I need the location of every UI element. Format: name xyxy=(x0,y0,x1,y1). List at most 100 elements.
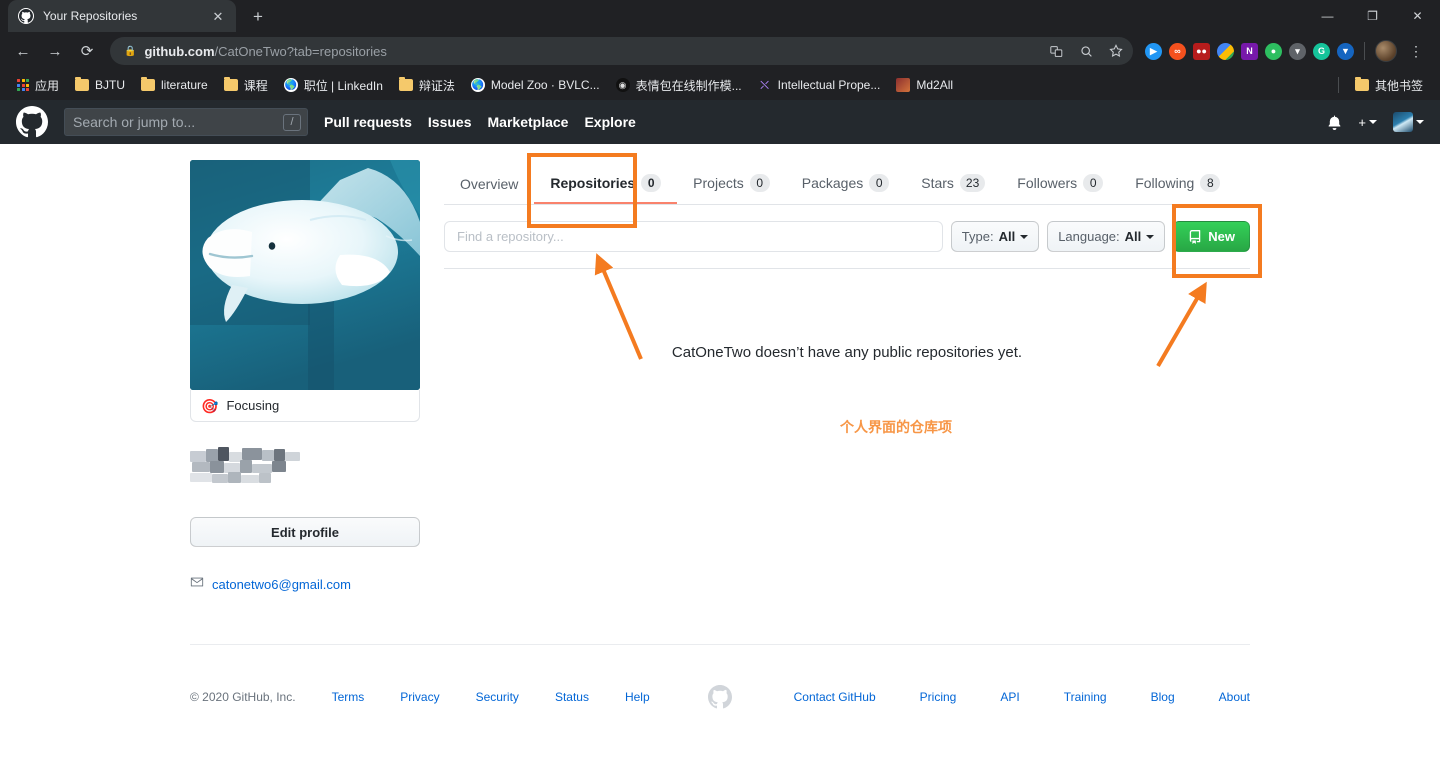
github-mark-icon[interactable] xyxy=(16,106,48,138)
footer-link-training[interactable]: Training xyxy=(1064,690,1107,704)
bookmarks-bar: 应用 BJTU literature 课程 🌎 职位 | LinkedIn 辩证… xyxy=(0,70,1440,100)
nav-marketplace[interactable]: Marketplace xyxy=(488,114,569,130)
footer-link-security[interactable]: Security xyxy=(476,690,519,704)
red-square-extension-icon[interactable]: ●● xyxy=(1193,42,1210,60)
onenote-extension-icon[interactable]: N xyxy=(1241,42,1258,60)
footer-link-api[interactable]: API xyxy=(1000,690,1019,704)
footer-link-pricing[interactable]: Pricing xyxy=(920,690,957,704)
new-button-label: New xyxy=(1208,229,1235,244)
tab-packages[interactable]: Packages 0 xyxy=(786,166,905,204)
find-repository-placeholder: Find a repository... xyxy=(457,229,564,244)
edit-profile-button[interactable]: Edit profile xyxy=(190,517,420,547)
tab-title: Your Repositories xyxy=(43,9,138,23)
navigation-bar: ← → ⟳ 🔒 github.com/CatOneTwo?tab=reposit… xyxy=(0,32,1440,70)
page-footer: © 2020 GitHub, Inc. Terms Privacy Securi… xyxy=(190,644,1250,709)
plus-icon: + xyxy=(1358,114,1366,130)
user-menu[interactable] xyxy=(1393,112,1424,132)
tab-counter: 0 xyxy=(1083,174,1104,192)
footer-link-about[interactable]: About xyxy=(1219,690,1250,704)
diamond-blue-extension-icon[interactable]: ▼ xyxy=(1337,42,1354,60)
grammarly-extension-icon[interactable]: G xyxy=(1313,42,1330,60)
forward-icon[interactable]: → xyxy=(40,36,70,66)
translate-icon[interactable] xyxy=(1045,40,1067,62)
footer-link-status[interactable]: Status xyxy=(555,690,589,704)
bookmark-literature[interactable]: literature xyxy=(133,75,216,95)
language-filter-dropdown[interactable]: Language: All xyxy=(1047,221,1166,252)
tab-counter: 0 xyxy=(641,174,662,192)
tab-close-icon[interactable]: ✕ xyxy=(210,10,226,23)
globe-icon: 🌎 xyxy=(283,78,298,92)
browser-profile-avatar[interactable] xyxy=(1375,40,1397,62)
address-bar[interactable]: 🔒 github.com/CatOneTwo?tab=repositories xyxy=(110,37,1133,65)
star-icon[interactable] xyxy=(1105,40,1127,62)
minimize-button[interactable]: — xyxy=(1305,0,1350,32)
tab-following[interactable]: Following 8 xyxy=(1119,166,1236,204)
tab-overview[interactable]: Overview xyxy=(444,168,534,204)
type-filter-dropdown[interactable]: Type: All xyxy=(950,221,1040,252)
beluga-whale-avatar[interactable] xyxy=(190,160,420,390)
find-repository-input[interactable]: Find a repository... xyxy=(444,221,943,252)
bookmark-dialectics[interactable]: 辩证法 xyxy=(391,74,463,97)
new-tab-button[interactable]: + xyxy=(247,7,269,27)
evernote-extension-icon[interactable]: ● xyxy=(1265,42,1282,60)
footer-link-terms[interactable]: Terms xyxy=(332,690,365,704)
footer-link-privacy[interactable]: Privacy xyxy=(400,690,439,704)
bookmark-bjtu[interactable]: BJTU xyxy=(67,75,133,95)
tab-projects[interactable]: Projects 0 xyxy=(677,166,786,204)
footer-link-blog[interactable]: Blog xyxy=(1151,690,1175,704)
tab-repositories[interactable]: Repositories 0 xyxy=(534,166,678,204)
chevron-down-icon xyxy=(1020,234,1029,239)
footer-link-help[interactable]: Help xyxy=(625,690,650,704)
create-new-menu[interactable]: + xyxy=(1358,115,1377,130)
footer-right-links: Contact GitHub Pricing API Training Blog… xyxy=(756,690,1250,704)
chevron-down-icon xyxy=(1146,234,1155,239)
maximize-button[interactable]: ❐ xyxy=(1350,0,1395,32)
pocket-shield-extension-icon[interactable]: ▾ xyxy=(1289,42,1306,60)
search-icon[interactable] xyxy=(1075,40,1097,62)
nav-explore[interactable]: Explore xyxy=(584,114,635,130)
email-link[interactable]: catonetwo6@gmail.com xyxy=(212,577,351,592)
google-keep-extension-icon[interactable] xyxy=(1217,42,1234,60)
search-input[interactable]: Search or jump to... / xyxy=(64,108,308,136)
pocket-blue-extension-icon[interactable]: ▶ xyxy=(1145,42,1162,60)
profile-email-row: catonetwo6@gmail.com xyxy=(190,575,420,594)
type-filter-label: Type: xyxy=(961,229,994,244)
tab-stars[interactable]: Stars 23 xyxy=(905,166,1001,204)
bookmarks-divider xyxy=(1337,77,1339,93)
bell-icon[interactable] xyxy=(1327,114,1342,130)
back-icon[interactable]: ← xyxy=(8,36,38,66)
kebab-menu-icon[interactable]: ⋮ xyxy=(1404,44,1428,58)
browser-tab[interactable]: Your Repositories ✕ xyxy=(8,0,236,32)
search-placeholder: Search or jump to... xyxy=(73,114,196,130)
url-domain: github.com xyxy=(144,43,215,59)
footer-link-contact-github[interactable]: Contact GitHub xyxy=(794,690,876,704)
bookmark-md2all[interactable]: Md2All xyxy=(888,75,961,95)
global-nav: Pull requests Issues Marketplace Explore xyxy=(324,114,636,130)
language-filter-label: Language: xyxy=(1058,229,1120,244)
empty-repositories-message: CatOneTwo doesn’t have any public reposi… xyxy=(671,344,1023,361)
nav-pull-requests[interactable]: Pull requests xyxy=(324,114,412,130)
infinity-orange-extension-icon[interactable]: ∞ xyxy=(1169,42,1186,60)
bookmark-model-zoo[interactable]: 🌎 Model Zoo · BVLC... xyxy=(463,75,608,95)
tab-label: Stars xyxy=(921,175,954,191)
tab-followers[interactable]: Followers 0 xyxy=(1001,166,1119,204)
bookmark-intellectual-property[interactable]: ⛌ Intellectual Prope... xyxy=(750,75,889,95)
other-bookmarks-button[interactable]: 其他书签 xyxy=(1347,74,1431,97)
bookmark-linkedin[interactable]: 🌎 职位 | LinkedIn xyxy=(276,74,391,97)
profile-sidebar: 🎯 Focusing Edit profile catonetwo6@gmail… xyxy=(190,160,420,594)
bookmark-courses[interactable]: 课程 xyxy=(216,74,276,97)
annotation-note-chinese: 个人界面的仓库项 xyxy=(840,420,952,436)
new-repository-button[interactable]: New xyxy=(1173,221,1250,252)
bookmark-apps[interactable]: 应用 xyxy=(9,74,67,97)
language-filter-value: All xyxy=(1124,229,1142,244)
bookmark-emoji-maker[interactable]: ◉ 表情包在线制作模... xyxy=(608,74,750,97)
github-mark-icon[interactable] xyxy=(708,685,732,709)
repository-filter-row: Find a repository... Type: All Language:… xyxy=(444,205,1250,269)
reload-icon[interactable]: ⟳ xyxy=(72,36,102,66)
tab-label: Packages xyxy=(801,175,864,191)
window-close-button[interactable]: ✕ xyxy=(1395,0,1440,32)
status-badge[interactable]: 🎯 Focusing xyxy=(190,390,420,422)
tab-label: Projects xyxy=(693,175,744,191)
type-filter-value: All xyxy=(998,229,1016,244)
nav-issues[interactable]: Issues xyxy=(428,114,472,130)
